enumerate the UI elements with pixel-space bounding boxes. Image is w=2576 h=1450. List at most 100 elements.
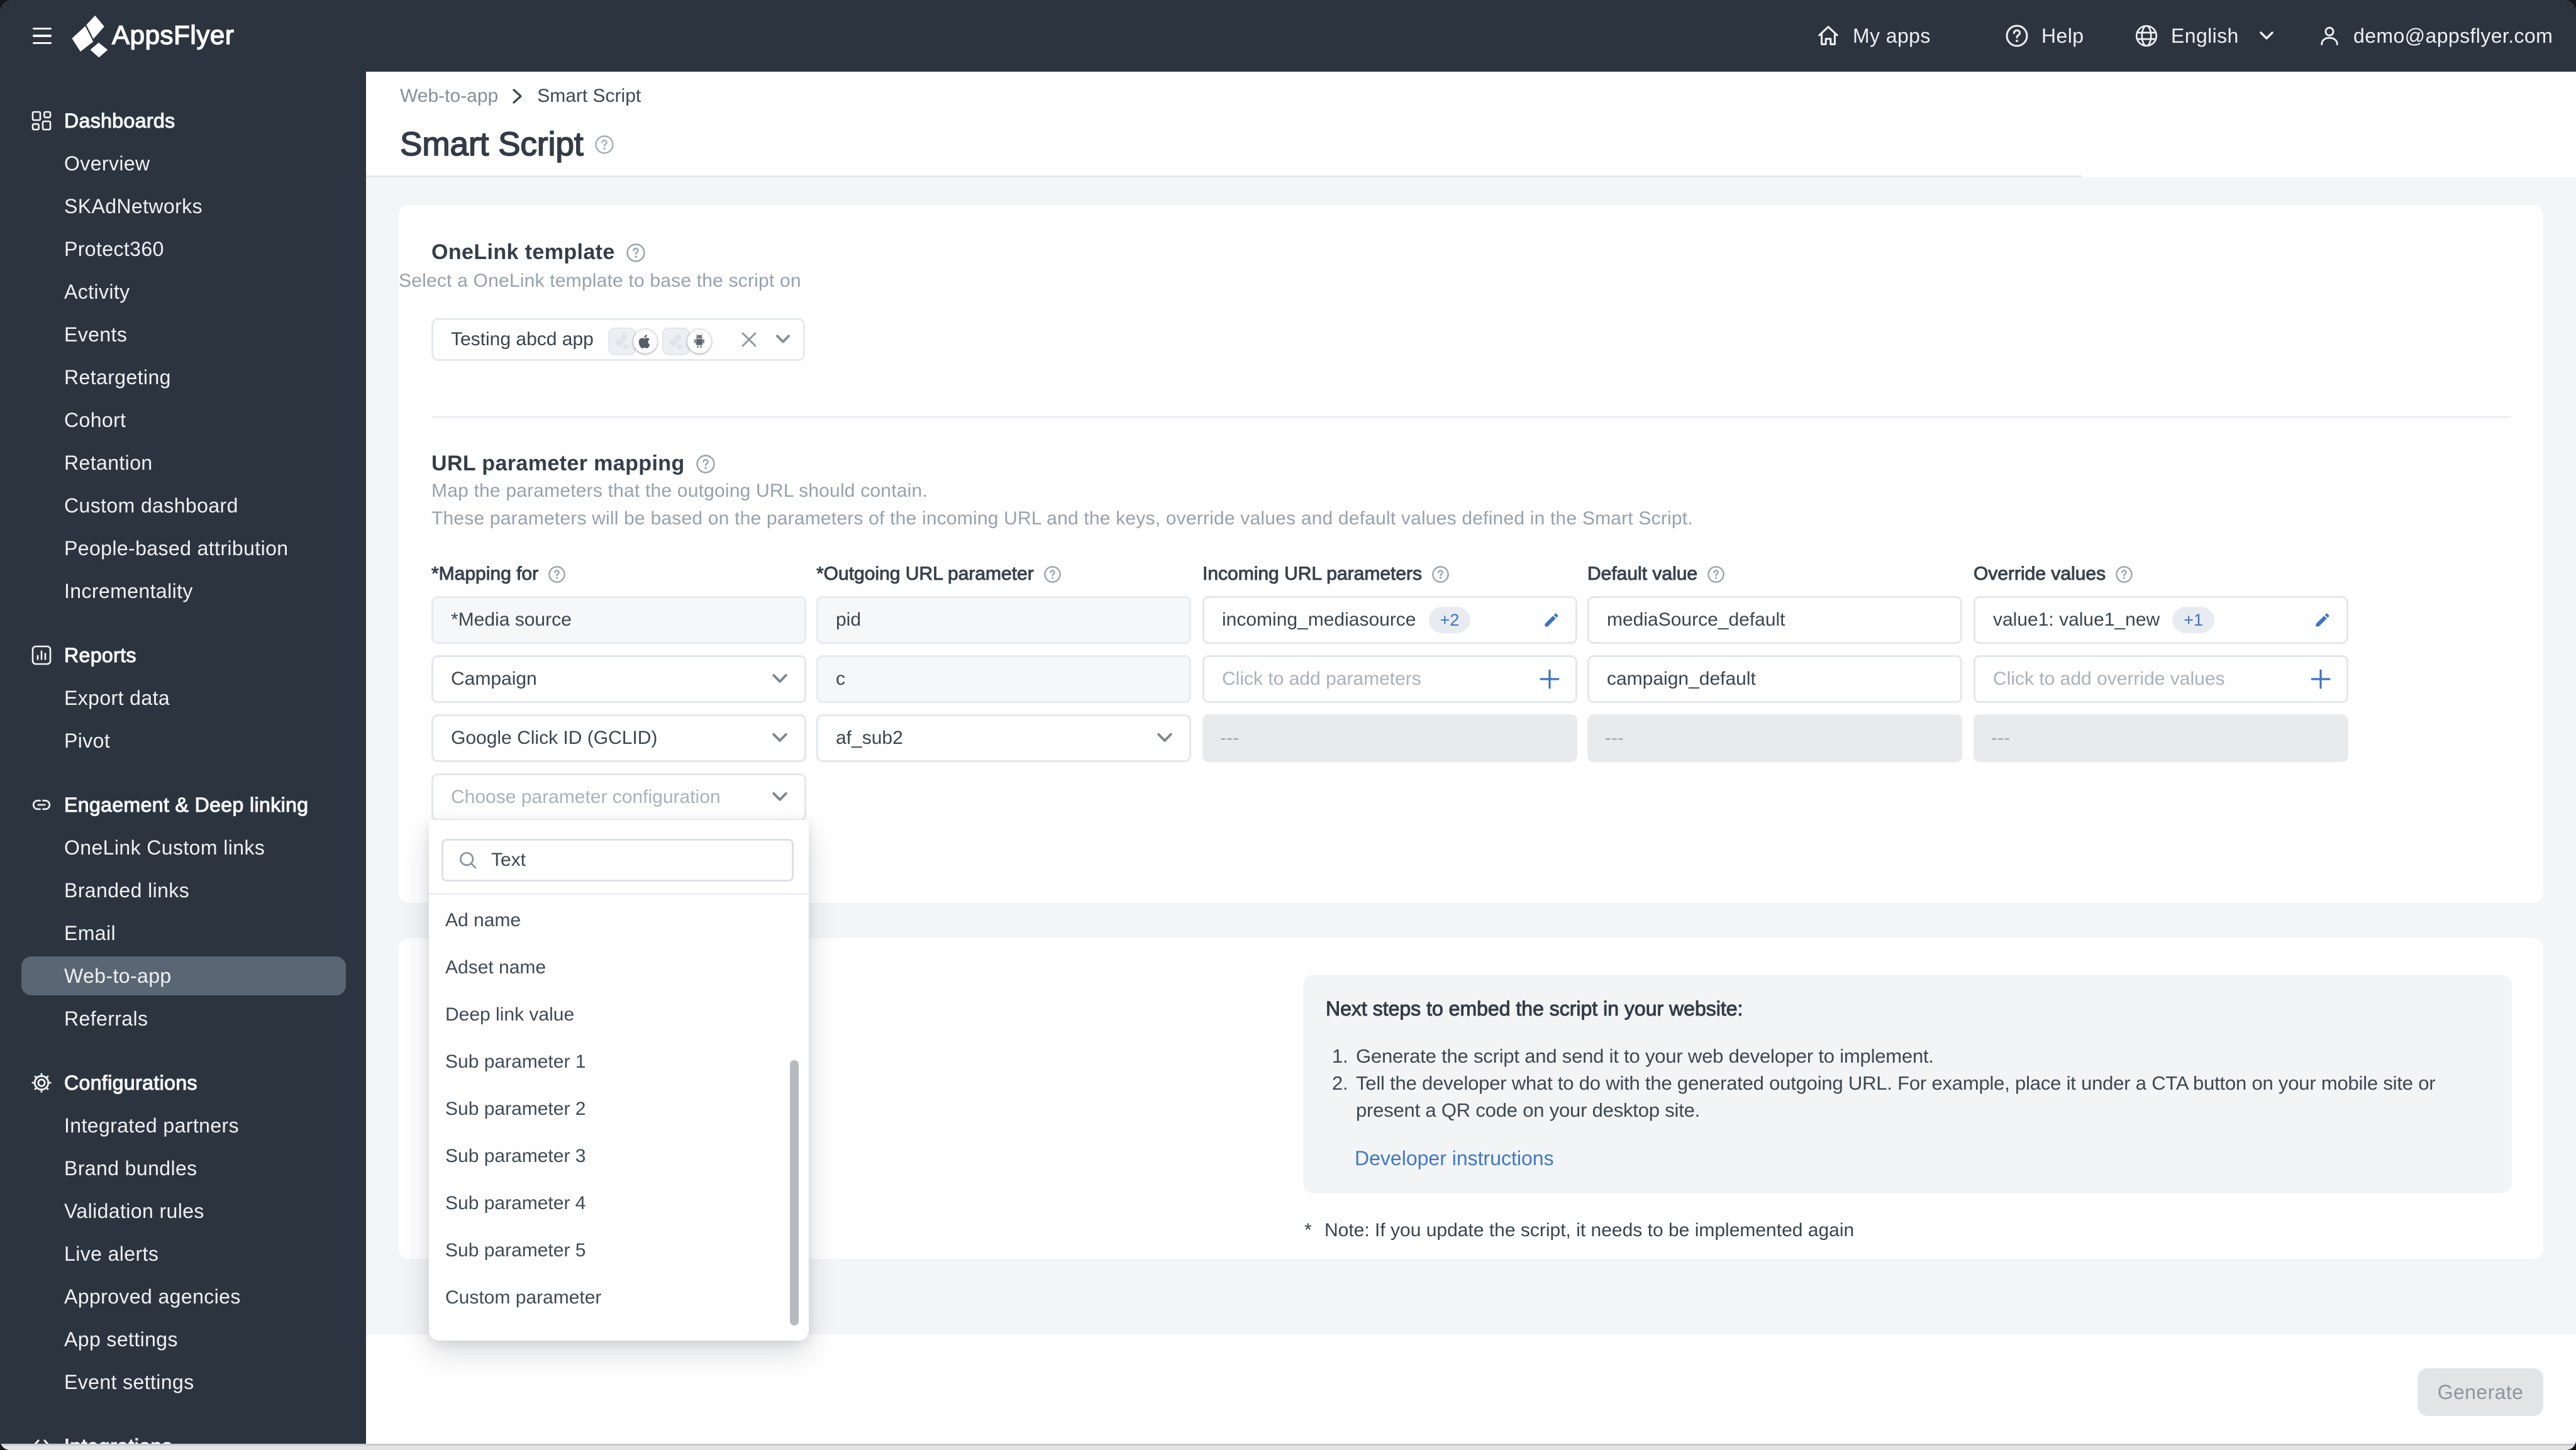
- page-header: Web-to-app Smart Script Smart Script: [366, 72, 2576, 177]
- mapping-for-help-icon[interactable]: [548, 565, 565, 583]
- chevron-down-icon: [772, 733, 788, 744]
- sidebar-item-export-data[interactable]: Export data: [0, 677, 366, 719]
- url-parameter-mapping-help-icon[interactable]: [696, 454, 715, 473]
- sidebar-item-integrated-partners[interactable]: Integrated partners: [0, 1104, 366, 1147]
- sidebar-item-approved-agencies[interactable]: Approved agencies: [0, 1275, 366, 1318]
- dropdown-scrollbar[interactable]: [790, 1060, 799, 1325]
- edit-incoming-pencil-icon[interactable]: [1543, 611, 1560, 629]
- sidebar-item-skadnetworks[interactable]: SKAdNetworks: [0, 185, 366, 228]
- incoming-help-icon[interactable]: [1432, 565, 1449, 583]
- sidebar-section-dashboards[interactable]: Dashboards: [0, 99, 366, 142]
- sidebar-section-configurations[interactable]: Configurations: [0, 1061, 366, 1104]
- sidebar: Dashboards Overview SKAdNetworks Protect…: [0, 72, 366, 1450]
- appsflyer-logo[interactable]: AppsFlyer: [70, 11, 235, 59]
- incoming-add-parameters[interactable]: Click to add parameters: [1202, 655, 1577, 703]
- override-help-icon[interactable]: [2116, 565, 2133, 583]
- dropdown-option-sub-parameter-3[interactable]: Sub parameter 3: [429, 1132, 809, 1180]
- sidebar-item-events[interactable]: Events: [0, 313, 366, 356]
- choose-parameter-configuration-select[interactable]: Choose parameter configuration: [431, 773, 806, 821]
- sidebar-item-onelink-custom-links[interactable]: OneLink Custom links: [0, 826, 366, 869]
- onelink-template-help-icon[interactable]: [626, 243, 645, 262]
- sidebar-item-validation-rules[interactable]: Validation rules: [0, 1190, 366, 1232]
- dropdown-option-sub-parameter-1[interactable]: Sub parameter 1: [429, 1038, 809, 1085]
- add-override-plus-icon[interactable]: [2310, 668, 2331, 690]
- edit-override-pencil-icon[interactable]: [2314, 611, 2331, 629]
- default-campaign-field[interactable]: campaign_default: [1587, 655, 1962, 703]
- default-help-icon[interactable]: [1707, 565, 1724, 583]
- override-add-values[interactable]: Click to add override values: [1974, 655, 2348, 703]
- sidebar-item-brand-bundles[interactable]: Brand bundles: [0, 1147, 366, 1190]
- clear-template-icon[interactable]: [741, 332, 757, 347]
- dropdown-option-custom-parameter[interactable]: Custom parameter: [429, 1274, 809, 1321]
- sidebar-item-overview[interactable]: Overview: [0, 142, 366, 185]
- add-parameters-plus-icon[interactable]: [1539, 668, 1560, 690]
- onelink-template-select[interactable]: Testing abcd app: [431, 318, 805, 361]
- dropdown-options-list: Ad name Adset name Deep link value Sub p…: [429, 897, 809, 1321]
- generate-button[interactable]: Generate: [2418, 1368, 2543, 1416]
- dropdown-option-sub-parameter-4[interactable]: Sub parameter 4: [429, 1180, 809, 1227]
- sidebar-section-engagement-deep-linking[interactable]: Engaement & Deep linking: [0, 783, 366, 826]
- note-text: Note: If you update the script, it needs…: [1324, 1220, 1855, 1241]
- help-label: Help: [2041, 24, 2084, 47]
- account-menu[interactable]: demo@appsflyer.com: [2318, 0, 2576, 72]
- breadcrumb-web-to-app[interactable]: Web-to-app: [400, 86, 498, 107]
- sidebar-item-activity[interactable]: Activity: [0, 270, 366, 313]
- help-circle-icon: [2006, 25, 2028, 47]
- override-disabled-field: ---: [1974, 714, 2348, 762]
- language-selector[interactable]: English: [2135, 0, 2274, 72]
- dropdown-option-sub-parameter-2[interactable]: Sub parameter 2: [429, 1085, 809, 1132]
- sidebar-item-event-settings[interactable]: Event settings: [0, 1361, 366, 1403]
- dropdown-option-sub-parameter-5[interactable]: Sub parameter 5: [429, 1227, 809, 1274]
- topbar: AppsFlyer My apps Help English demo@apps…: [0, 0, 2576, 72]
- user-icon: [2321, 26, 2338, 45]
- sidebar-item-cohort[interactable]: Cohort: [0, 399, 366, 441]
- page-title-help-icon[interactable]: [594, 135, 614, 154]
- dropdown-option-deep-link-value[interactable]: Deep link value: [429, 991, 809, 1038]
- column-header-default: Default value: [1587, 563, 1724, 585]
- my-apps-label: My apps: [1853, 24, 1931, 47]
- my-apps-button[interactable]: My apps: [1816, 0, 1931, 72]
- mapping-description-2: These parameters will be based on the pa…: [431, 508, 1693, 529]
- sidebar-item-referrals[interactable]: Referrals: [0, 997, 366, 1040]
- apple-icon: [633, 329, 657, 353]
- dropdown-search-input[interactable]: Text: [441, 839, 794, 882]
- footer-bar: Generate: [366, 1334, 2576, 1445]
- template-chevron-down-icon[interactable]: [775, 335, 791, 345]
- column-header-override: Override values: [1973, 563, 2133, 585]
- outgoing-af-sub2-select[interactable]: af_sub2: [816, 714, 1191, 762]
- grid-icon: [31, 111, 52, 131]
- incoming-mediasource-field[interactable]: incoming_mediasource +2: [1202, 596, 1577, 644]
- outgoing-help-icon[interactable]: [1043, 565, 1061, 583]
- sidebar-item-incrementality[interactable]: Incrementality: [0, 570, 366, 612]
- help-button[interactable]: Help: [2005, 0, 2084, 72]
- sidebar-item-live-alerts[interactable]: Live alerts: [0, 1232, 366, 1275]
- parameter-configuration-dropdown: Text Ad name Adset name Deep link value …: [429, 820, 809, 1341]
- mapping-for-gclid-select[interactable]: Google Click ID (GCLID): [431, 714, 806, 762]
- onelink-template-value: Testing abcd app: [451, 329, 594, 350]
- column-header-mapping-for: *Mapping for: [431, 563, 565, 585]
- dropdown-option-adset-name[interactable]: Adset name: [429, 944, 809, 991]
- plus-2-badge: +2: [1428, 607, 1471, 633]
- sidebar-item-people-based-attribution[interactable]: People-based attribution: [0, 527, 366, 570]
- sidebar-item-custom-dashboard[interactable]: Custom dashboard: [0, 484, 366, 527]
- sidebar-item-pivot[interactable]: Pivot: [0, 719, 366, 762]
- chevron-down-icon: [2260, 31, 2273, 40]
- sidebar-item-branded-links[interactable]: Branded links: [0, 869, 366, 912]
- dropdown-option-ad-name[interactable]: Ad name: [429, 897, 809, 944]
- mapping-for-campaign-select[interactable]: Campaign: [431, 655, 806, 703]
- default-mediasource-field[interactable]: mediaSource_default: [1587, 596, 1962, 644]
- sidebar-item-retargeting[interactable]: Retargeting: [0, 356, 366, 399]
- sidebar-item-email[interactable]: Email: [0, 912, 366, 955]
- onelink-template-heading: OneLink template: [431, 240, 615, 264]
- app-window: AppsFlyer My apps Help English demo@apps…: [0, 0, 2576, 1450]
- hamburger-menu-icon[interactable]: [33, 28, 52, 44]
- plus-1-badge: +1: [2172, 607, 2214, 633]
- sidebar-item-app-settings[interactable]: App settings: [0, 1318, 366, 1361]
- sidebar-item-retantion[interactable]: Retantion: [0, 441, 366, 484]
- developer-instructions-link[interactable]: Developer instructions: [1355, 1147, 1554, 1170]
- override-values-field[interactable]: value1: value1_new +1: [1974, 596, 2348, 644]
- sidebar-item-web-to-app[interactable]: Web-to-app: [0, 955, 366, 997]
- sidebar-item-protect360[interactable]: Protect360: [0, 228, 366, 270]
- sidebar-section-reports[interactable]: Reports: [0, 634, 366, 677]
- next-steps-panel: Next steps to embed the script in your w…: [1303, 975, 2512, 1193]
